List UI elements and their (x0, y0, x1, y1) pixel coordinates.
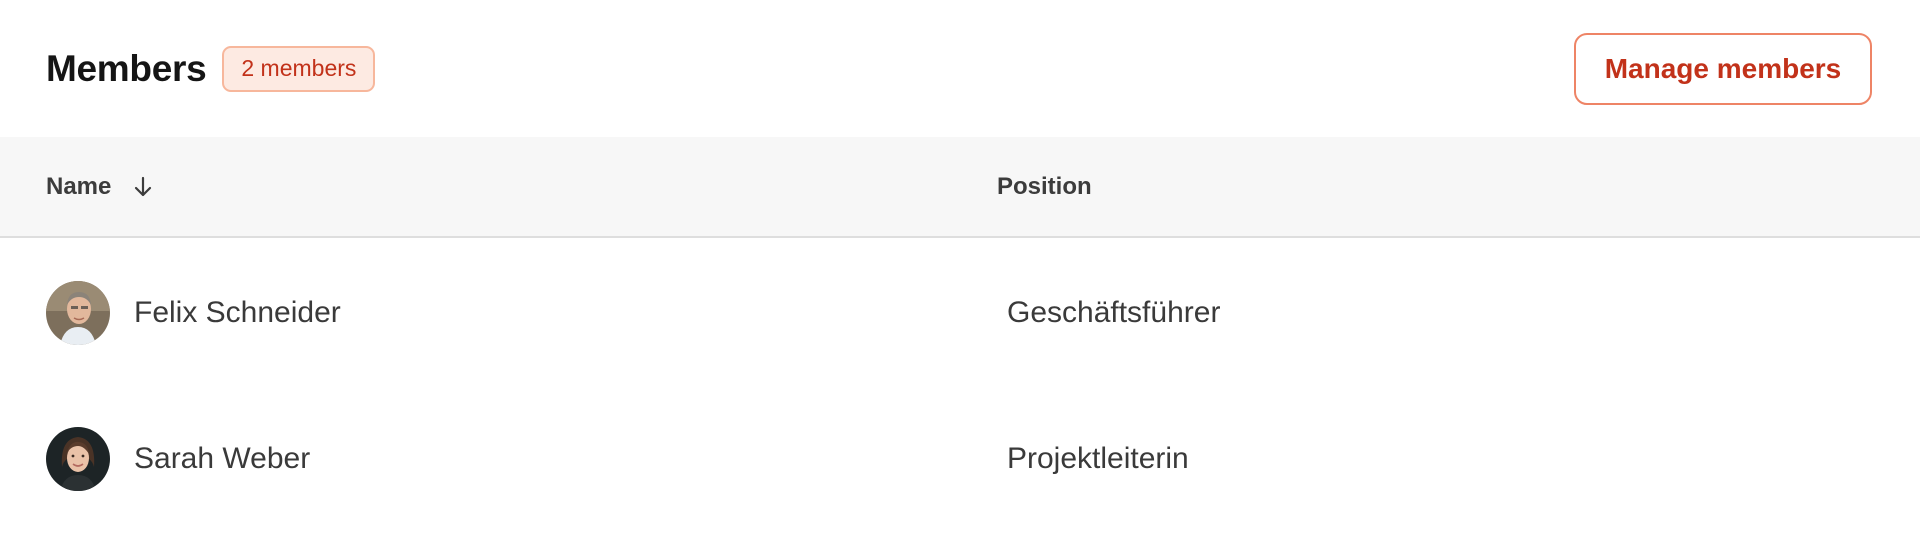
member-name: Sarah Weber (134, 442, 311, 475)
members-header: Members 2 members Manage members (0, 0, 1920, 137)
name-cell: Felix Schneider (46, 240, 341, 386)
manage-members-button[interactable]: Manage members (1574, 32, 1872, 105)
member-position: Geschäftsführer (1007, 296, 1221, 329)
member-name: Felix Schneider (134, 296, 341, 329)
table-header: Name Position (0, 137, 1920, 238)
position-cell: Projektleiterin (1007, 386, 1189, 532)
member-count-badge: 2 members (222, 45, 376, 92)
column-header-position-label: Position (997, 172, 1092, 200)
column-header-name[interactable]: Name (46, 137, 153, 236)
name-cell: Sarah Weber (46, 386, 310, 532)
position-cell: Geschäftsführer (1007, 240, 1220, 386)
page-title: Members (46, 47, 207, 89)
avatar (46, 427, 110, 491)
title-group: Members 2 members (46, 45, 376, 92)
member-position: Projektleiterin (1007, 442, 1189, 475)
avatar (46, 281, 110, 345)
members-panel: Members 2 members Manage members Name Po… (0, 0, 1920, 548)
arrow-down-icon (133, 175, 153, 199)
column-header-position: Position (997, 137, 1092, 236)
table-row[interactable]: Felix Schneider Geschäftsführer (0, 240, 1920, 386)
column-header-name-label: Name (46, 172, 112, 200)
table-row[interactable]: Sarah Weber Projektleiterin (0, 386, 1920, 532)
